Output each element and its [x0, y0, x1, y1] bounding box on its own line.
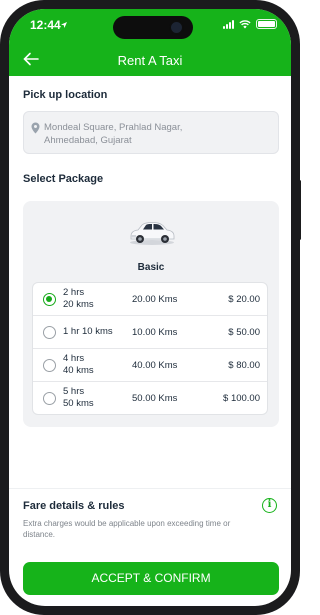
- info-icon[interactable]: i: [262, 498, 277, 513]
- option-price: $ 80.00: [228, 360, 260, 371]
- package-card: Basic 2 hrs 20 kms 20.00 Kms $ 20.00 1 h…: [23, 201, 279, 427]
- radio-unselected[interactable]: [43, 392, 56, 405]
- option-price: $ 50.00: [228, 327, 260, 338]
- camera-icon: [169, 20, 184, 35]
- pickup-location-field[interactable]: Mondeal Square, Prahlad Nagar, Ahmedabad…: [23, 111, 279, 154]
- option-distance: 40 kms: [63, 365, 94, 376]
- package-option[interactable]: 2 hrs 20 kms 20.00 Kms $ 20.00: [33, 283, 267, 316]
- option-kms: 10.00 Kms: [132, 327, 178, 338]
- phone-frame: 12:44 Rent A Taxi Pick up location Monde…: [0, 0, 301, 615]
- wifi-icon: [239, 19, 251, 28]
- phone-side-button: [0, 160, 2, 206]
- radio-unselected[interactable]: [43, 359, 56, 372]
- location-pin-icon: [31, 122, 40, 134]
- pickup-address-line1: Mondeal Square, Prahlad Nagar,: [44, 122, 183, 133]
- package-option[interactable]: 5 hrs 50 kms 50.00 Kms $ 100.00: [33, 382, 267, 414]
- status-icons: [223, 19, 277, 29]
- status-time: 12:44: [30, 18, 61, 32]
- radio-selected[interactable]: [43, 293, 56, 306]
- package-label: Select Package: [23, 173, 104, 185]
- option-distance: 50 kms: [63, 398, 94, 409]
- option-distance: 20 kms: [63, 299, 94, 310]
- pickup-address-line2: Ahmedabad, Gujarat: [44, 135, 132, 146]
- option-price: $ 100.00: [223, 393, 260, 404]
- divider: [9, 488, 291, 489]
- phone-side-button: [0, 120, 2, 144]
- package-option[interactable]: 4 hrs 40 kms 40.00 Kms $ 80.00: [33, 349, 267, 382]
- package-option[interactable]: 1 hr 10 kms 10.00 Kms $ 50.00: [33, 316, 267, 349]
- car-icon: [130, 222, 175, 245]
- option-duration: 4 hrs: [63, 353, 85, 364]
- pickup-address: Mondeal Square, Prahlad Nagar, Ahmedabad…: [44, 121, 272, 147]
- pickup-label: Pick up location: [23, 89, 108, 101]
- option-kms: 20.00 Kms: [132, 294, 178, 305]
- fare-note: Extra charges would be applicable upon e…: [23, 519, 231, 539]
- fare-details-title: Fare details & rules: [23, 500, 125, 512]
- location-arrow-icon: [60, 18, 68, 32]
- option-duration: 2 hrs: [63, 287, 85, 298]
- package-name: Basic: [137, 262, 165, 273]
- phone-power-button: [298, 180, 301, 240]
- page-title: Rent A Taxi: [117, 53, 183, 68]
- package-options-list: 2 hrs 20 kms 20.00 Kms $ 20.00 1 hr 10 k…: [32, 282, 268, 415]
- option-duration: 1 hr 10 kms: [63, 326, 113, 337]
- option-kms: 50.00 Kms: [132, 393, 178, 404]
- signal-icon: [223, 19, 234, 29]
- option-duration: 5 hrs: [63, 386, 85, 397]
- option-kms: 40.00 Kms: [132, 360, 178, 371]
- radio-unselected[interactable]: [43, 326, 56, 339]
- app-screen: 12:44 Rent A Taxi Pick up location Monde…: [9, 9, 291, 606]
- app-header: 12:44 Rent A Taxi: [9, 9, 291, 76]
- option-price: $ 20.00: [228, 294, 260, 305]
- battery-icon: [256, 19, 277, 29]
- accept-confirm-button[interactable]: ACCEPT & CONFIRM: [23, 562, 279, 595]
